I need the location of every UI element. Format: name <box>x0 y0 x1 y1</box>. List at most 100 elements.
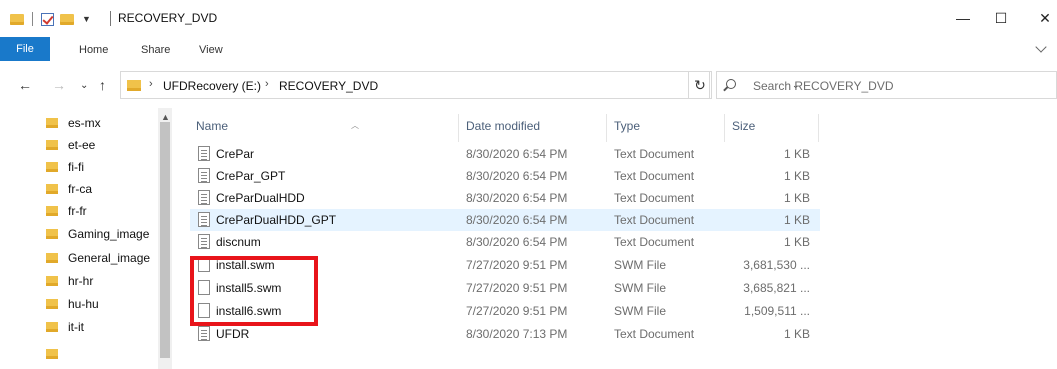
nav-item-partial[interactable] <box>46 339 68 369</box>
file-list: Name ︿ Date modified Type Size CrePar 8/3… <box>190 108 1057 369</box>
folder-icon <box>127 80 141 91</box>
title-divider <box>110 11 111 26</box>
file-row[interactable]: CrePar_GPT 8/30/2020 6:54 PM Text Docume… <box>190 165 820 187</box>
nav-item[interactable]: fi-fi <box>46 156 84 178</box>
breadcrumb-drive[interactable]: UFDRecovery (E:) <box>163 79 261 93</box>
properties-check-icon[interactable] <box>41 12 54 26</box>
nav-item-label: hu-hu <box>68 297 99 311</box>
navigation-pane: es-mx et-ee fi-fi fr-ca fr-fr Gaming_ima… <box>0 108 172 369</box>
column-header-date[interactable]: Date modified <box>466 114 540 138</box>
tab-file[interactable]: File <box>0 37 50 61</box>
up-arrow-icon[interactable]: ↑ <box>99 77 106 93</box>
red-highlight-box <box>190 256 318 326</box>
column-divider[interactable] <box>818 114 819 142</box>
file-row[interactable]: discnum 8/30/2020 6:54 PM Text Document … <box>190 231 820 253</box>
recent-locations-chevron-icon[interactable]: ⌄ <box>80 80 88 91</box>
nav-item-label: es-mx <box>68 116 101 130</box>
maximize-button[interactable]: ☐ <box>986 6 1016 30</box>
folder-icon <box>46 118 58 128</box>
nav-item[interactable]: hr-hr <box>46 270 93 292</box>
nav-item[interactable]: Gaming_image <box>46 223 149 245</box>
new-folder-icon[interactable] <box>60 13 74 25</box>
nav-item[interactable]: it-it <box>46 316 84 338</box>
nav-item[interactable]: hu-hu <box>46 293 99 315</box>
file-type: Text Document <box>614 327 695 341</box>
column-header-name-label: Name <box>196 119 229 133</box>
folder-icon <box>46 162 58 172</box>
refresh-icon[interactable]: ↻ <box>688 71 712 99</box>
file-name: CreParDualHDD_GPT <box>216 213 337 227</box>
file-type: SWM File <box>614 281 666 295</box>
expand-ribbon-chevron-icon[interactable] <box>1035 41 1047 53</box>
file-row[interactable]: CrePar 8/30/2020 6:54 PM Text Document 1… <box>190 143 820 165</box>
file-type: SWM File <box>614 304 666 318</box>
file-row-hovered[interactable]: CreParDualHDD_GPT 8/30/2020 6:54 PM Text… <box>190 209 820 231</box>
folder-icon <box>10 13 24 25</box>
file-name: discnum <box>216 235 261 249</box>
toolbar-divider <box>32 12 33 26</box>
nav-scrollbar[interactable]: ▲ <box>158 108 172 369</box>
window-title: RECOVERY_DVD <box>118 11 218 25</box>
file-date: 8/30/2020 6:54 PM <box>466 213 568 227</box>
column-divider[interactable] <box>458 114 459 142</box>
folder-icon <box>46 206 58 216</box>
back-arrow-icon[interactable]: ← <box>18 77 32 93</box>
breadcrumb-separator-icon[interactable]: › <box>265 78 269 90</box>
file-date: 7/27/2020 9:51 PM <box>466 258 568 272</box>
search-icon <box>726 79 736 89</box>
file-type: Text Document <box>614 147 695 161</box>
file-row[interactable]: CreParDualHDD 8/30/2020 6:54 PM Text Doc… <box>190 187 820 209</box>
folder-icon <box>46 140 58 150</box>
file-type: SWM File <box>614 258 666 272</box>
nav-item[interactable]: et-ee <box>46 134 95 156</box>
tab-view[interactable]: View <box>199 44 223 56</box>
file-size: 3,681,530 ... <box>743 258 810 272</box>
nav-item[interactable]: General_image <box>46 247 150 269</box>
file-size: 1 KB <box>783 191 810 205</box>
breadcrumb-separator-icon[interactable]: › <box>149 78 153 90</box>
scroll-thumb[interactable] <box>160 122 170 358</box>
nav-item[interactable]: fr-fr <box>46 200 87 222</box>
sort-ascending-icon: ︿ <box>351 121 359 130</box>
column-header-size[interactable]: Size <box>732 114 755 138</box>
search-box[interactable]: Search RECOVERY_DVD <box>716 71 1057 99</box>
nav-item-label: fi-fi <box>68 160 84 174</box>
column-divider[interactable] <box>606 114 607 142</box>
folder-icon <box>46 276 58 286</box>
tab-share[interactable]: Share <box>141 44 170 56</box>
address-bar[interactable]: › UFDRecovery (E:) › RECOVERY_DVD ⌄ <box>120 71 800 99</box>
nav-item-label: fr-ca <box>68 182 92 196</box>
column-header-type[interactable]: Type <box>614 114 640 138</box>
file-row[interactable]: UFDR 8/30/2020 7:13 PM Text Document 1 K… <box>190 323 820 345</box>
quick-access-toolbar: ▼ <box>10 12 97 26</box>
minimize-button[interactable]: — <box>948 6 978 30</box>
close-button[interactable]: ✕ <box>1030 6 1057 30</box>
file-type: Text Document <box>614 191 695 205</box>
file-date: 8/30/2020 6:54 PM <box>466 191 568 205</box>
file-size: 1,509,511 ... <box>744 304 810 318</box>
scroll-up-icon[interactable]: ▲ <box>161 112 170 122</box>
folder-icon <box>46 322 58 332</box>
nav-item-label: it-it <box>68 320 84 334</box>
file-date: 8/30/2020 6:54 PM <box>466 169 568 183</box>
forward-arrow-icon[interactable]: → <box>52 77 66 93</box>
file-size: 1 KB <box>783 235 810 249</box>
column-divider[interactable] <box>724 114 725 142</box>
file-name: CreParDualHDD <box>216 191 305 205</box>
nav-item[interactable]: es-mx <box>46 112 101 134</box>
column-header-name[interactable]: Name ︿ <box>196 114 359 138</box>
folder-icon <box>46 253 58 263</box>
file-date: 8/30/2020 6:54 PM <box>466 147 568 161</box>
text-document-icon <box>198 146 210 161</box>
tab-home[interactable]: Home <box>79 44 108 56</box>
breadcrumb-folder[interactable]: RECOVERY_DVD <box>279 79 378 93</box>
file-date: 8/30/2020 6:54 PM <box>466 235 568 249</box>
file-size: 1 KB <box>783 169 810 183</box>
nav-item[interactable]: fr-ca <box>46 178 92 200</box>
text-document-icon <box>198 190 210 205</box>
customize-toolbar-chevron-icon[interactable]: ▼ <box>82 14 91 24</box>
folder-icon <box>46 299 58 309</box>
folder-icon <box>46 184 58 194</box>
file-size: 3,685,821 ... <box>743 281 810 295</box>
file-name: UFDR <box>216 327 250 341</box>
